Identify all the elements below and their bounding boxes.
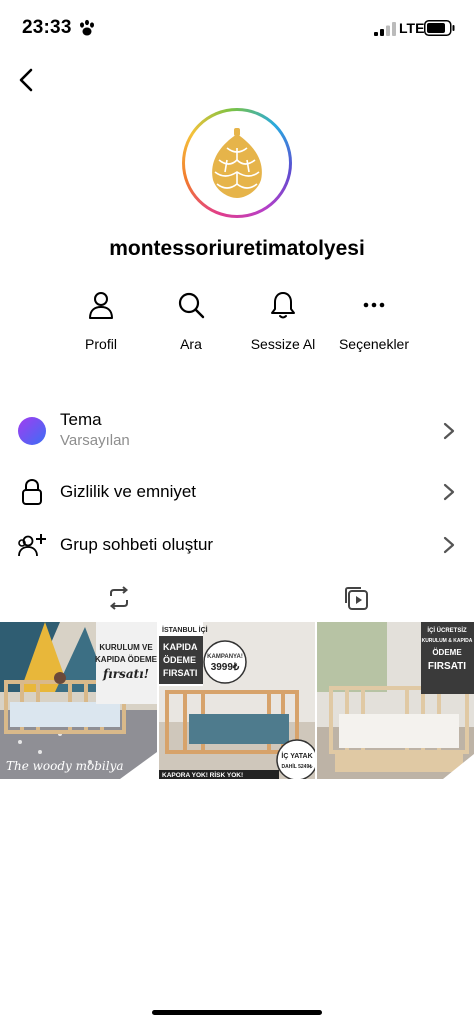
theme-title: Tema — [60, 410, 102, 429]
user-icon — [89, 292, 113, 319]
content-tabs — [0, 580, 474, 616]
chevron-right-icon — [443, 422, 455, 440]
signal-icon — [374, 22, 396, 36]
more-icon — [363, 302, 385, 308]
back-button[interactable] — [10, 64, 42, 96]
post-text: KAPIDA ÖDEME — [95, 655, 157, 664]
chevron-right-icon — [443, 536, 455, 554]
group-chat-row[interactable]: Grup sohbeti oluştur — [0, 521, 474, 569]
post-text: ÖDEME — [163, 655, 196, 665]
media-grid: KURULUM VE KAPIDA ÖDEME fırsatı! The woo… — [0, 622, 474, 779]
add-group-icon — [18, 534, 46, 557]
avatar[interactable] — [182, 108, 292, 218]
tab-media[interactable] — [237, 580, 474, 616]
search-label: Ara — [180, 336, 202, 352]
profile-actions: Profil Ara Sessize Al Seçenekler — [56, 288, 430, 358]
post-badge: KAMPANYA! — [207, 654, 243, 660]
chevron-left-icon — [19, 68, 33, 92]
profile-button[interactable]: Profil — [56, 288, 146, 352]
repost-icon — [109, 586, 128, 610]
options-label: Seçenekler — [338, 336, 410, 352]
search-icon — [178, 292, 205, 319]
home-indicator — [152, 1010, 322, 1015]
mute-label: Sessize Al — [250, 336, 316, 352]
theme-color-icon — [18, 417, 46, 445]
group-chat-title: Grup sohbeti oluştur — [60, 535, 214, 554]
grid-post[interactable]: İÇİ ÜCRETSİZ KURULUM & KAPIDA ÖDEME FIRS… — [317, 622, 474, 779]
post-text: KURULUM & KAPIDA — [422, 638, 473, 644]
tab-reposts[interactable] — [0, 580, 237, 616]
paw-icon — [80, 19, 94, 36]
post-watermark: The woody mobilya — [6, 759, 124, 773]
privacy-title: Gizlilik ve emniyet — [60, 482, 197, 501]
search-button[interactable]: Ara — [146, 288, 236, 352]
lock-icon — [22, 478, 42, 505]
post-text: fırsatı! — [102, 667, 149, 681]
profile-label: Profil — [85, 336, 117, 352]
pinecone-logo-icon — [212, 128, 262, 198]
bell-icon — [271, 292, 295, 319]
post-text: KURULUM VE — [99, 643, 153, 652]
status-time: 23:33 — [22, 17, 72, 38]
network-label: LTE — [399, 20, 425, 36]
mute-button[interactable]: Sessize Al — [238, 288, 328, 352]
theme-row[interactable]: Tema Varsayılan — [0, 406, 474, 456]
post-price: 3999₺ — [211, 662, 240, 673]
theme-subtitle: Varsayılan — [60, 432, 130, 449]
post-text: İSTANBUL İÇİ — [162, 626, 208, 634]
post-text: FIRSATI — [163, 668, 197, 678]
privacy-row[interactable]: Gizlilik ve emniyet — [0, 468, 474, 516]
media-icon — [344, 587, 368, 610]
battery-icon — [424, 20, 455, 36]
grid-post[interactable]: İSTANBUL İÇİ KAPIDA ÖDEME FIRSATI KAMPAN… — [159, 622, 315, 779]
grid-post[interactable]: KURULUM VE KAPIDA ÖDEME fırsatı! The woo… — [0, 622, 157, 779]
chevron-right-icon — [443, 483, 455, 501]
post-text: İÇ YATAK — [281, 752, 312, 760]
post-text: KAPIDA — [163, 642, 198, 652]
options-button[interactable]: Seçenekler — [329, 288, 419, 352]
username: montessoriuretimatolyesi — [109, 237, 365, 260]
post-text: KAPORA YOK! RİSK YOK! — [162, 771, 243, 779]
post-text: İÇİ ÜCRETSİZ — [427, 627, 467, 634]
post-text: ÖDEME — [432, 648, 462, 657]
post-text: DAHİL 5249₺ — [282, 763, 314, 770]
post-text: FIRSATI — [428, 661, 466, 672]
status-bar: 23:33 LTE — [0, 0, 474, 56]
